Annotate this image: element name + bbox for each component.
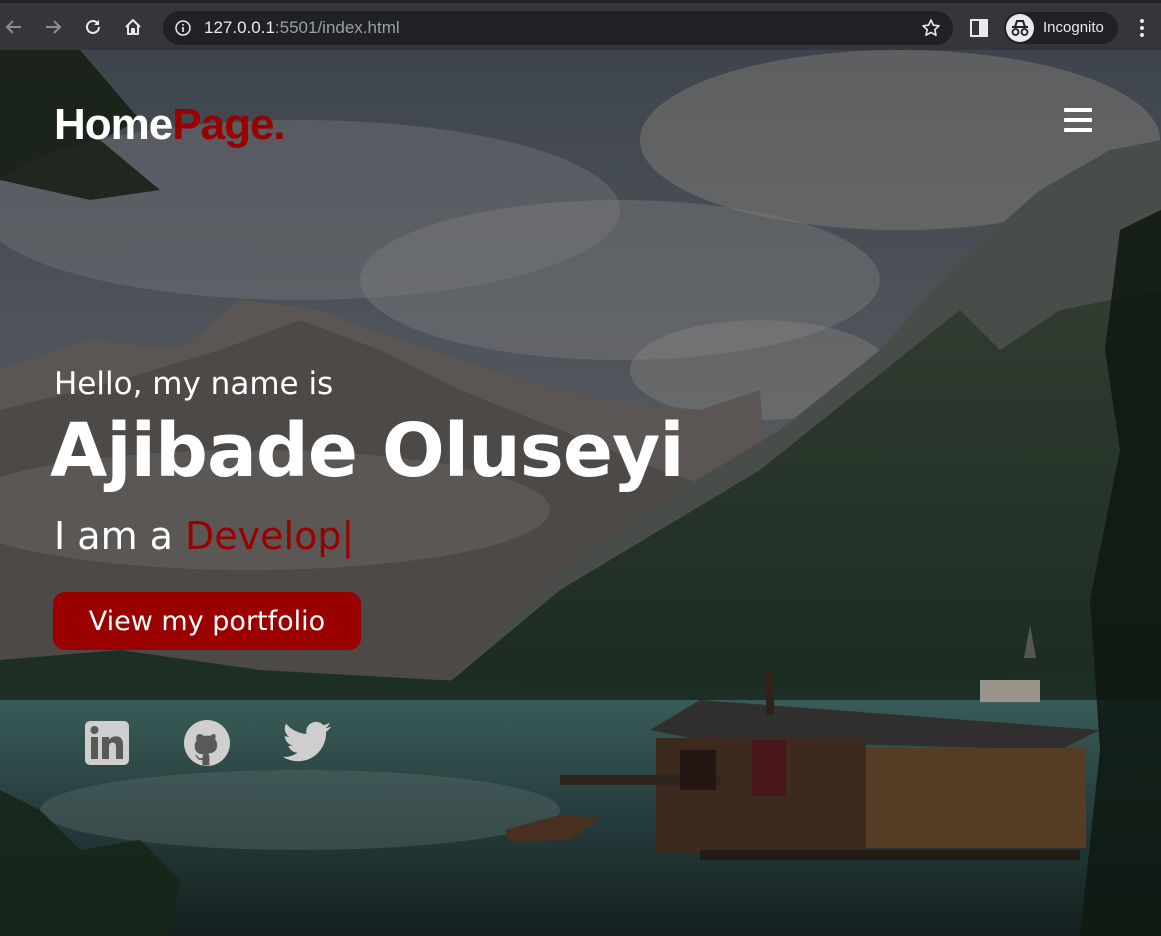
incognito-icon (1006, 14, 1034, 42)
greeting-text: Hello, my name is (54, 366, 334, 402)
home-icon (125, 19, 141, 35)
role-line: I am a Develop| (54, 514, 354, 558)
reload-icon (86, 19, 100, 34)
star-icon[interactable] (921, 18, 941, 38)
logo-main-text: Home (54, 100, 173, 149)
site-logo[interactable]: HomePage. (54, 100, 286, 150)
reload-button[interactable] (81, 15, 105, 39)
hero-section: HomePage. Hello, my name is Ajibade Olus… (0, 50, 1161, 936)
address-bar[interactable]: 127.0.0.1:5501/index.html (163, 11, 953, 45)
role-typed-text: Develop (185, 514, 342, 558)
hero-name: Ajibade Oluseyi (50, 408, 685, 494)
role-prefix: I am a (54, 514, 186, 558)
hamburger-menu-icon[interactable] (1064, 108, 1092, 138)
view-portfolio-button[interactable]: View my portfolio (53, 592, 361, 650)
browser-toolbar: 127.0.0.1:5501/index.html Incognito (0, 0, 1161, 50)
url-host: 127.0.0.1 (204, 18, 275, 37)
home-button[interactable] (121, 15, 145, 39)
logo-accent-text: Page. (172, 100, 285, 149)
github-icon[interactable] (182, 718, 232, 768)
more-menu-icon[interactable] (1134, 16, 1150, 40)
forward-button[interactable] (41, 15, 65, 39)
side-panel-icon[interactable] (969, 18, 989, 38)
url-text[interactable]: 127.0.0.1:5501/index.html (204, 18, 400, 38)
info-icon[interactable] (175, 20, 191, 36)
incognito-profile-button[interactable]: Incognito (1004, 12, 1118, 44)
url-path: :5501/index.html (274, 18, 400, 37)
twitter-icon[interactable] (282, 718, 332, 768)
forward-icon (46, 20, 62, 34)
back-button[interactable] (2, 15, 26, 39)
profile-label: Incognito (1043, 19, 1104, 36)
linkedin-icon[interactable] (82, 718, 132, 768)
back-icon (5, 20, 21, 34)
typing-cursor: | (341, 514, 355, 558)
